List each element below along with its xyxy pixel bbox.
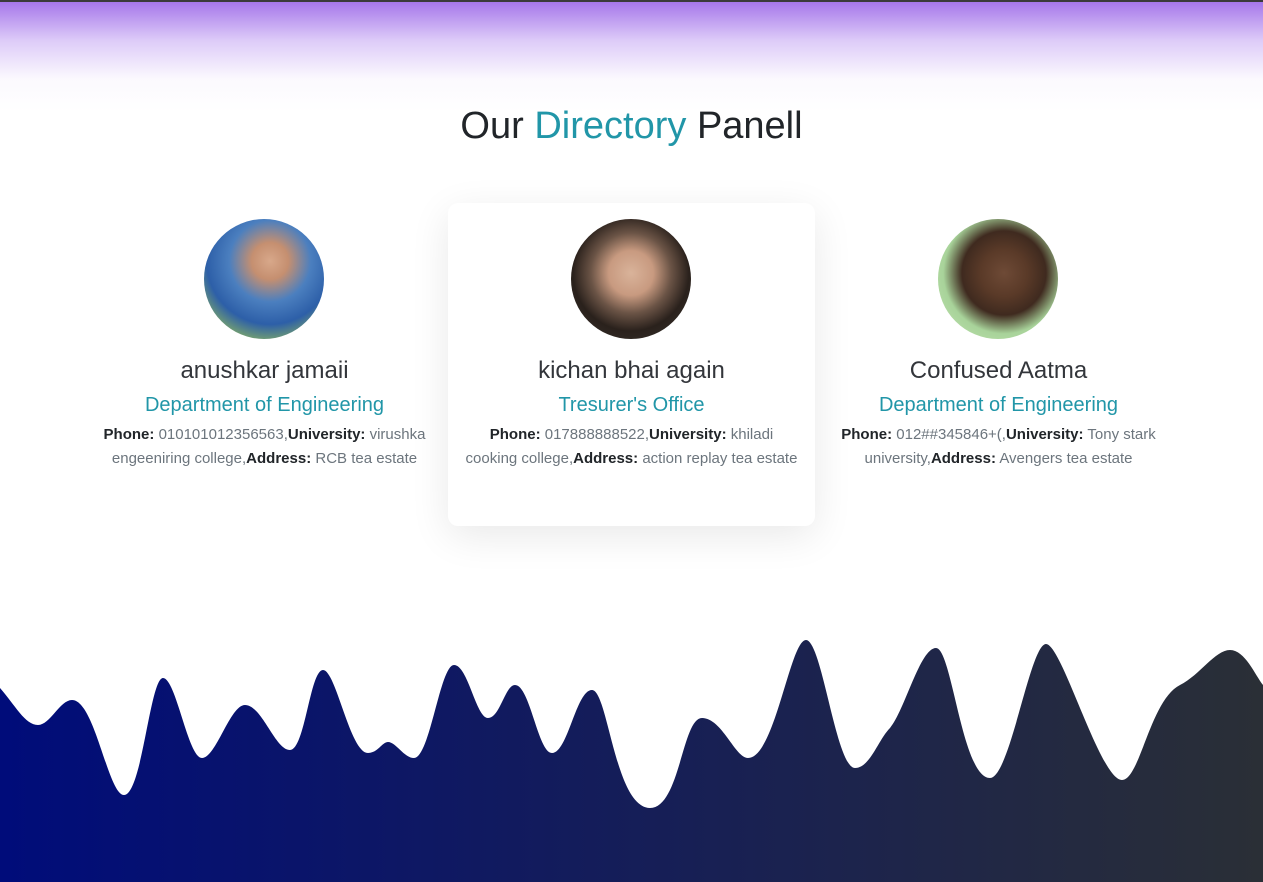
address-label: Address: [246, 450, 312, 467]
title-part-1: Our [460, 105, 524, 147]
member-name: Confused Aatma [909, 357, 1088, 384]
university-label: University: [649, 426, 727, 443]
phone-label: Phone: [841, 426, 893, 443]
address-label: Address: [930, 450, 996, 467]
phone-value: 012##345846+(, [896, 426, 1006, 443]
wave-shape [0, 640, 1263, 882]
member-card-active[interactable]: kichan bhai again Tresurer's Office Phon… [448, 203, 815, 526]
university-label: University: [1005, 426, 1084, 443]
avatar [938, 219, 1058, 339]
member-name: anushkar jamaii [180, 357, 349, 384]
phone-label: Phone: [489, 426, 541, 443]
address-value: RCB tea estate [315, 450, 418, 467]
member-details: Phone: 010101012356563,University: virus… [95, 423, 434, 471]
phone-value: 010101012356563, [158, 426, 288, 443]
address-value: Avengers tea estate [999, 450, 1133, 467]
member-details: Phone: 017888888522,University: khiladi … [462, 423, 801, 471]
avatar [204, 219, 324, 339]
title-part-2: Panell [696, 105, 803, 147]
member-department: Tresurer's Office [558, 394, 705, 416]
directory-panel: anushkar jamaii Department of Engineerin… [81, 203, 1182, 533]
member-details: Phone: 012##345846+(,University: Tony st… [829, 423, 1168, 471]
address-label: Address: [573, 450, 639, 467]
address-value: action replay tea estate [642, 450, 798, 467]
footer-wave [0, 640, 1263, 882]
avatar [571, 219, 691, 339]
page-title: Our Directory Panell [0, 98, 1263, 154]
header-glow [0, 2, 1263, 112]
member-department: Department of Engineering [144, 394, 385, 416]
member-name: kichan bhai again [538, 357, 725, 384]
member-card[interactable]: Confused Aatma Department of Engineering… [815, 203, 1182, 526]
university-label: University: [287, 426, 366, 443]
member-card[interactable]: anushkar jamaii Department of Engineerin… [81, 203, 448, 526]
phone-label: Phone: [103, 426, 155, 443]
page: Our Directory Panell anushkar jamaii Dep… [0, 0, 1263, 882]
phone-value: 017888888522, [544, 426, 650, 443]
title-accent: Directory [534, 105, 687, 147]
member-department: Department of Engineering [878, 394, 1119, 416]
